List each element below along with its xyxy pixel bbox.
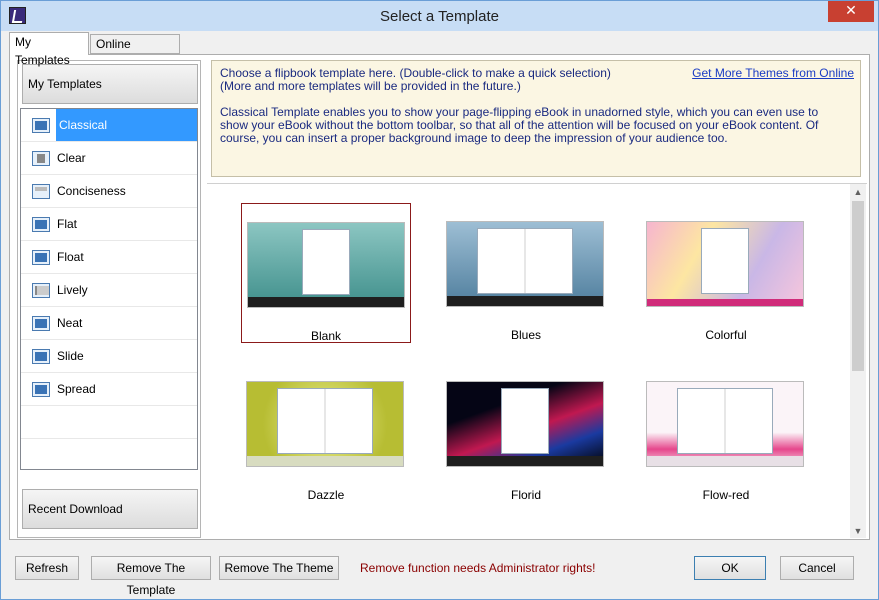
list-item[interactable]: Neat: [21, 307, 197, 340]
list-item-label: Slide: [57, 349, 84, 363]
clear-icon: [32, 151, 50, 166]
theme-name: Blank: [310, 329, 342, 343]
list-item-label: Classical: [56, 109, 197, 141]
theme-name: Blues: [510, 328, 542, 342]
theme-name: Dazzle: [307, 488, 345, 502]
close-button[interactable]: ✕: [828, 1, 874, 22]
preview-toolbar: [447, 456, 603, 466]
theme-thumbnail: [446, 221, 604, 307]
preview-toolbar: [647, 456, 803, 466]
list-item[interactable]: Lively: [21, 274, 197, 307]
list-item-label: Neat: [57, 316, 83, 330]
list-item[interactable]: Slide: [21, 340, 197, 373]
spread-icon: [32, 382, 50, 397]
theme-thumbnail: [247, 222, 405, 308]
gallery-scrollbar[interactable]: ▲ ▼: [850, 184, 866, 538]
list-item-label: Clear: [57, 151, 86, 165]
book-preview: [477, 228, 573, 294]
theme-name: Colorful: [705, 328, 747, 342]
ok-button[interactable]: OK: [694, 556, 766, 580]
theme-thumbnail: [646, 221, 804, 307]
slide-icon: [32, 349, 50, 364]
theme-name: Florid: [510, 488, 541, 502]
flat-icon: [32, 217, 50, 232]
conciseness-icon: [32, 184, 50, 199]
book-preview: [302, 229, 350, 295]
neat-icon: [32, 316, 50, 331]
list-item-label: Float: [57, 250, 84, 264]
template-detail-pane: Get More Themes from Online Choose a fli…: [207, 60, 869, 538]
theme-card-colorful[interactable]: Colorful: [641, 203, 811, 343]
float-icon: [32, 250, 50, 265]
get-more-themes-link[interactable]: Get More Themes from Online: [692, 67, 854, 80]
admin-rights-warning: Remove function needs Administrator righ…: [360, 561, 596, 575]
button-bar: Refresh Remove The Template Remove The T…: [7, 546, 872, 597]
scroll-up-icon[interactable]: ▲: [850, 184, 866, 200]
tab-online-templates[interactable]: Online Templates: [90, 34, 180, 69]
theme-card-flow-red[interactable]: Flow-red: [641, 363, 811, 503]
theme-name: Flow-red: [702, 488, 750, 502]
lively-icon: [32, 283, 50, 298]
theme-thumbnail: [246, 381, 404, 467]
theme-thumbnail: [446, 381, 604, 467]
preview-toolbar: [247, 456, 403, 466]
list-item-label: Spread: [57, 382, 96, 396]
theme-card-blues[interactable]: Blues: [441, 203, 611, 343]
remove-theme-button[interactable]: Remove The Theme: [219, 556, 339, 580]
template-list: Classical Clear Conciseness Flat Float L…: [20, 108, 198, 470]
list-item-label: Conciseness: [57, 184, 126, 198]
recent-download-button[interactable]: Recent Download: [22, 489, 198, 529]
list-item-label: Flat: [57, 217, 78, 231]
template-category-pane: My Templates Classical Clear Conciseness…: [17, 60, 201, 538]
book-preview: [677, 388, 773, 454]
theme-card-florid[interactable]: Florid: [441, 363, 611, 503]
template-description: Classical Template enables you to show y…: [220, 105, 819, 145]
preview-toolbar: [647, 299, 803, 306]
title-bar: Select a Template ✕: [1, 1, 878, 31]
refresh-button[interactable]: Refresh: [15, 556, 79, 580]
preview-toolbar: [447, 296, 603, 306]
list-item[interactable]: Clear: [21, 142, 197, 175]
list-item[interactable]: Flat: [21, 208, 197, 241]
template-info-box: Get More Themes from Online Choose a fli…: [211, 60, 861, 177]
dialog-window: Select a Template ✕ My Templates Online …: [0, 0, 879, 600]
tab-panel: My Templates Classical Clear Conciseness…: [9, 54, 870, 540]
info-line-2: (More and more templates will be provide…: [220, 79, 521, 93]
theme-thumbnail: [646, 381, 804, 467]
list-item[interactable]: Spread: [21, 373, 197, 406]
scroll-thumb[interactable]: [852, 201, 864, 371]
classical-icon: [32, 118, 50, 133]
my-templates-group-button[interactable]: My Templates: [22, 64, 198, 104]
list-item-empty: [21, 406, 197, 439]
dialog-body: My Templates Online Templates My Templat…: [7, 32, 872, 597]
book-preview: [701, 228, 749, 294]
window-title: Select a Template: [380, 8, 499, 25]
list-item-label: Lively: [57, 283, 88, 297]
list-item[interactable]: Float: [21, 241, 197, 274]
theme-card-dazzle[interactable]: Dazzle: [241, 363, 411, 503]
theme-gallery: Blank Blues Colorful Dazzle Florid Flow-…: [207, 183, 867, 538]
list-item[interactable]: Classical: [21, 109, 197, 142]
list-item[interactable]: Conciseness: [21, 175, 197, 208]
preview-toolbar: [248, 297, 404, 307]
scroll-down-icon[interactable]: ▼: [850, 523, 866, 538]
theme-card-blank[interactable]: Blank: [241, 203, 411, 343]
book-preview: [277, 388, 373, 454]
remove-template-button[interactable]: Remove The Template: [91, 556, 211, 597]
cancel-button[interactable]: Cancel: [780, 556, 854, 580]
book-preview: [501, 388, 549, 454]
tab-my-templates[interactable]: My Templates: [9, 32, 89, 67]
